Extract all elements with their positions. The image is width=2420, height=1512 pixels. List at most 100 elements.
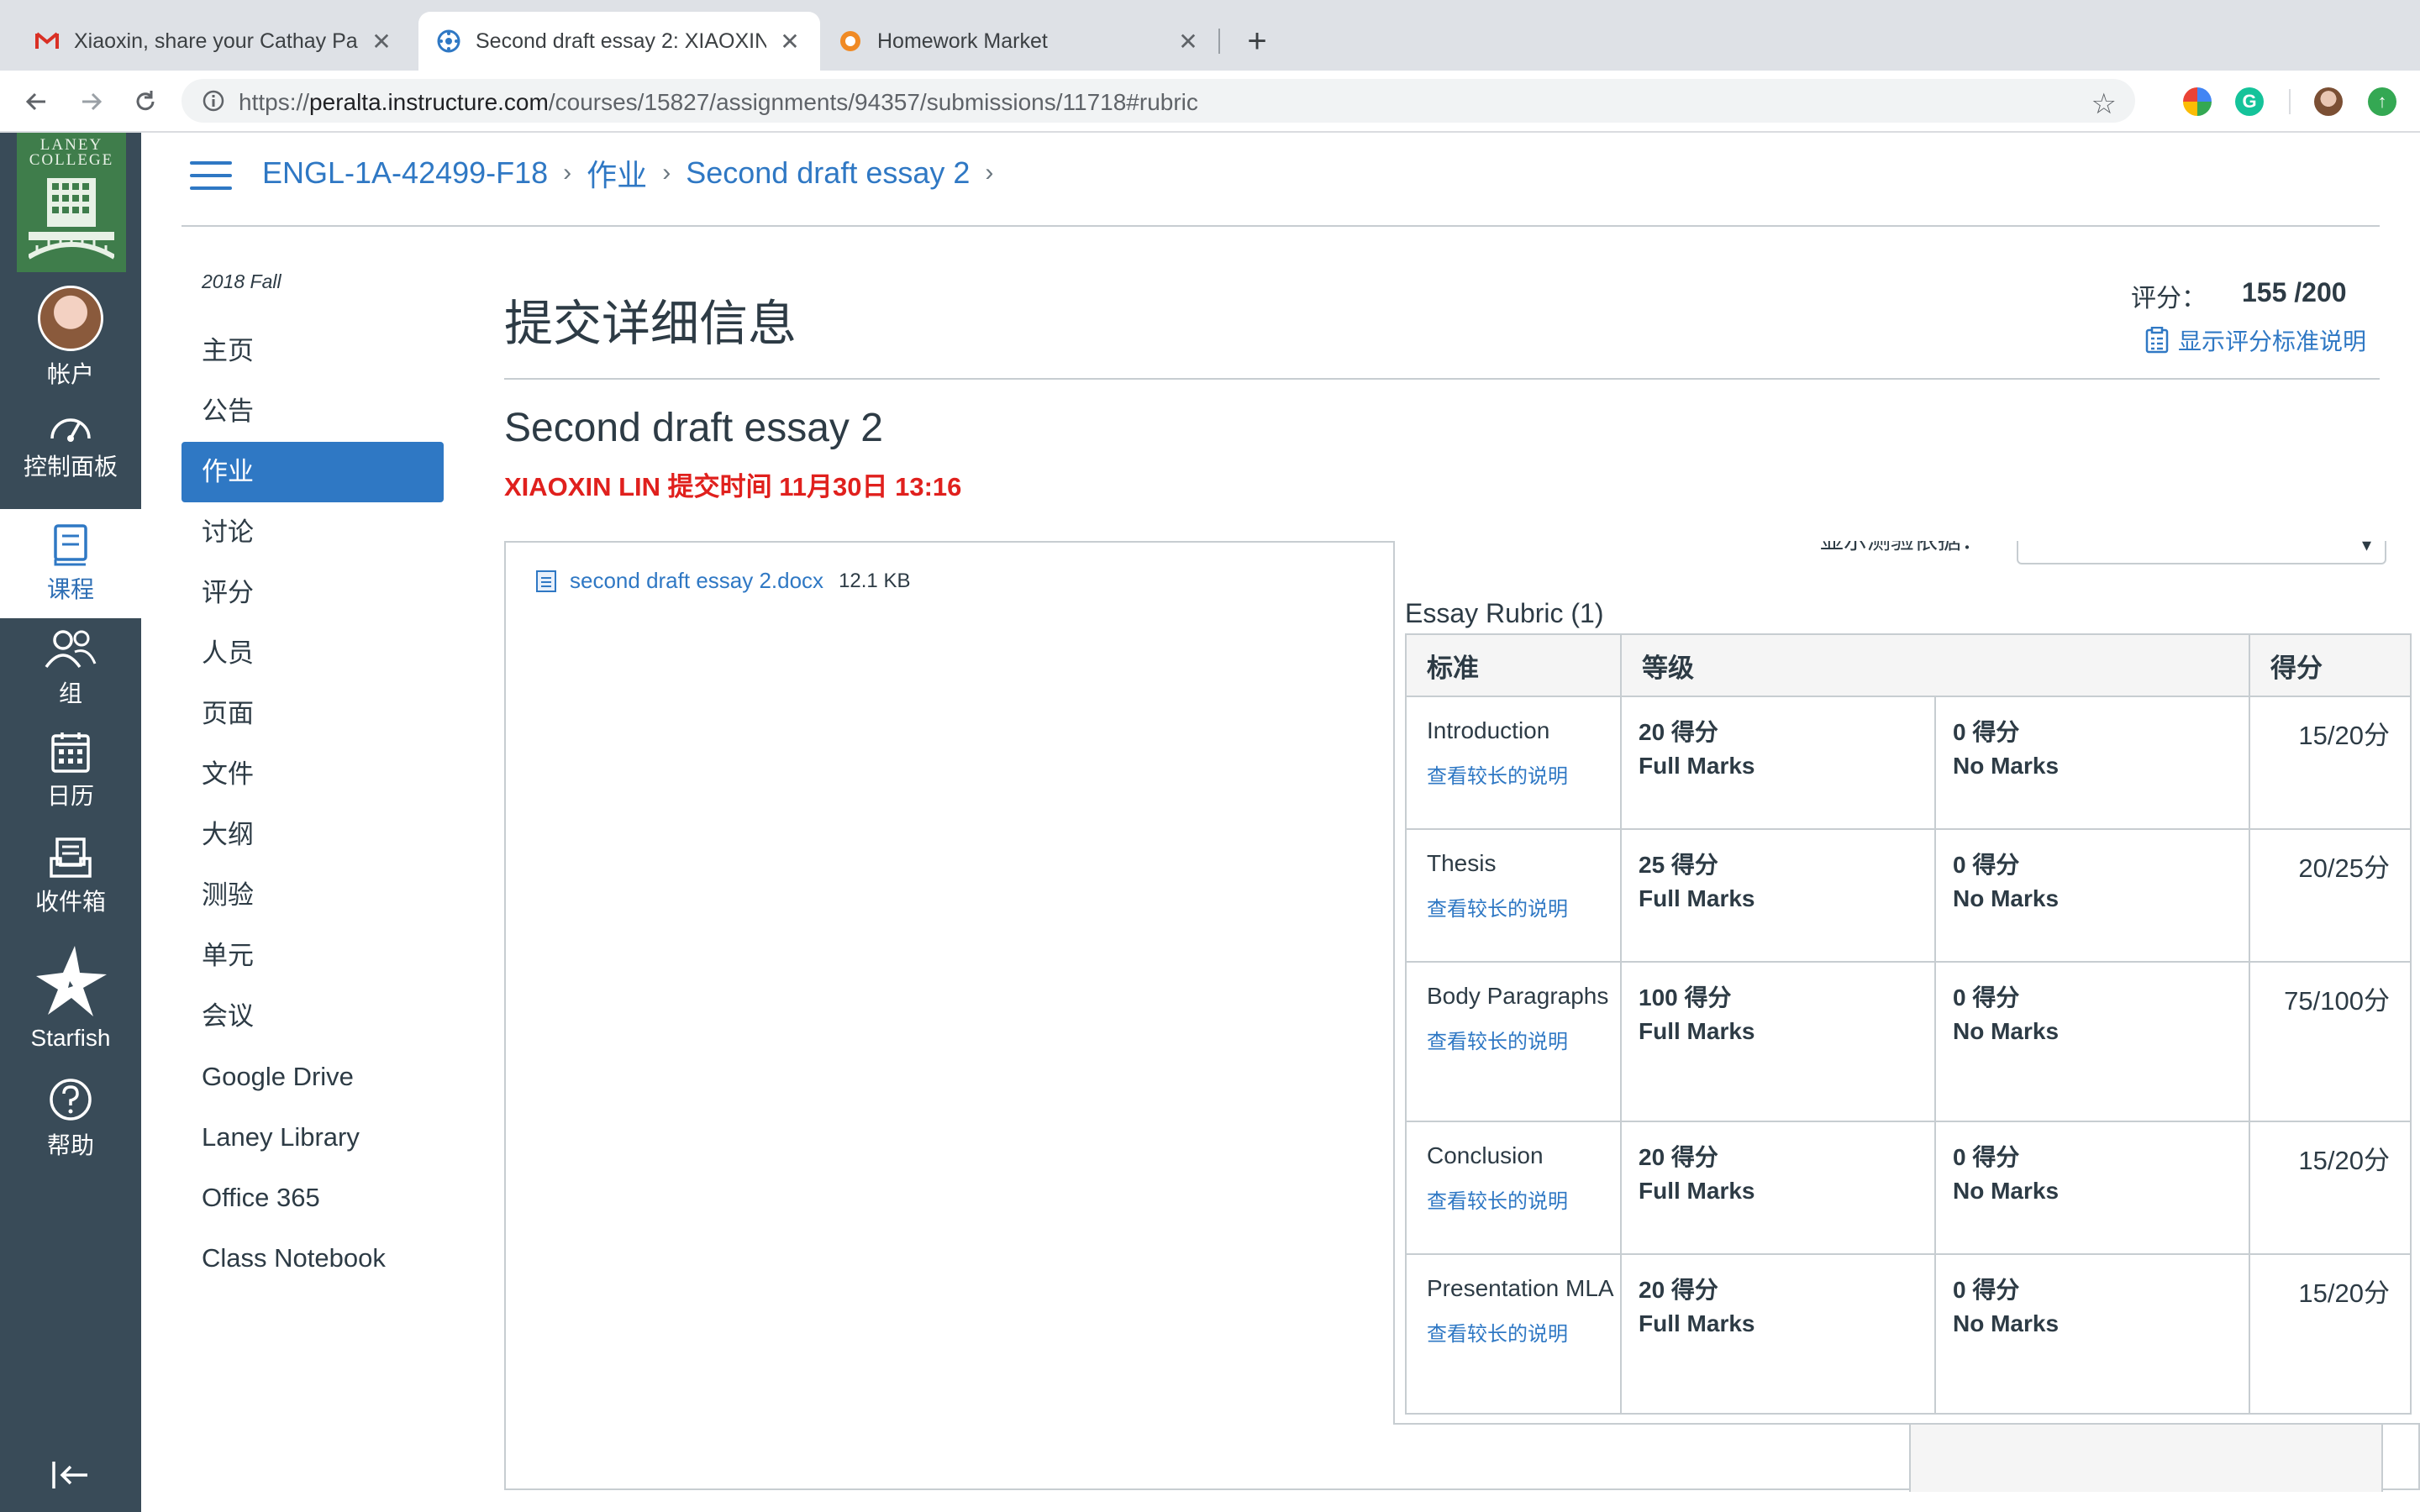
homework-market-icon [839, 29, 862, 53]
gmail-icon [35, 29, 59, 53]
assessor-select[interactable]: ▾ [2017, 541, 2386, 564]
course-nav-people[interactable]: 人员 [182, 623, 444, 684]
nav-help-label: 帮助 [46, 1132, 94, 1158]
rating-cell[interactable]: 0 得分 No Marks [1934, 828, 2250, 963]
attachment-link[interactable]: second draft essay 2.docx [570, 568, 823, 594]
new-tab-button[interactable]: + [1240, 22, 1274, 60]
course-nav-syllabus[interactable]: 大纲 [182, 805, 444, 865]
nav-courses[interactable]: 课程 [0, 509, 141, 618]
course-nav-discussions[interactable]: 讨论 [182, 502, 444, 563]
rating-cell[interactable]: 20 得分 Full Marks [1620, 1253, 1936, 1415]
points-header: 得分 [2249, 633, 2412, 697]
course-nav-grades[interactable]: 评分 [182, 563, 444, 623]
rating-points: 0 得分 [1953, 1144, 2020, 1170]
long-description-link[interactable]: 查看较长的说明 [1407, 1305, 1620, 1347]
info-icon[interactable] [202, 89, 225, 113]
reload-button[interactable] [128, 84, 163, 119]
course-nav-quizzes[interactable]: 测验 [182, 865, 444, 926]
bookmark-star-icon[interactable]: ☆ [2091, 87, 2117, 121]
course-nav-announcements[interactable]: 公告 [182, 381, 444, 442]
long-description-link[interactable]: 查看较长的说明 [1407, 1173, 1620, 1214]
rating-cell[interactable]: 0 得分 No Marks [1934, 1121, 2250, 1255]
logo-building-icon [29, 178, 114, 260]
rating-cell[interactable]: 0 得分 No Marks [1934, 1253, 2250, 1415]
forward-button[interactable] [74, 84, 109, 119]
profile-avatar[interactable] [2314, 87, 2343, 116]
rating-cell[interactable]: 0 得分 No Marks [1934, 961, 2250, 1122]
nav-groups[interactable]: 组 [0, 628, 141, 709]
rating-cell[interactable]: 20 得分 Full Marks [1620, 696, 1936, 830]
course-nav-assignments[interactable]: 作业 [182, 442, 444, 502]
course-nav-modules[interactable]: 单元 [182, 926, 444, 986]
breadcrumb-course[interactable]: ENGL-1A-42499-F18 [262, 155, 548, 191]
nav-starfish[interactable]: Starfish [0, 944, 141, 1052]
course-nav-home[interactable]: 主页 [182, 321, 444, 381]
logo-line2: COLLEGE [29, 151, 114, 169]
rating-description: No Marks [1953, 1310, 2060, 1336]
chevron-down-icon: ▾ [2361, 541, 2371, 555]
criterion-score: 15/20分 [2298, 1278, 2390, 1308]
assignment-title: Second draft essay 2 [504, 406, 883, 450]
extension-icon[interactable] [2183, 87, 2212, 116]
close-icon[interactable]: ✕ [1176, 28, 1200, 55]
criterion-score: 15/20分 [2298, 1146, 2390, 1175]
address-bar[interactable]: https://peralta.instructure.com/courses/… [182, 79, 2135, 123]
nav-calendar[interactable]: 日历 [0, 731, 141, 811]
course-nav-office-365[interactable]: Office 365 [182, 1168, 444, 1228]
url-path: /courses/15827/assignments/94357/submiss… [548, 89, 1198, 115]
score-cell: 15/20分 [2249, 1253, 2412, 1415]
nav-account[interactable]: 帐户 [0, 286, 141, 390]
course-nav-laney-library[interactable]: Laney Library [182, 1107, 444, 1168]
nav-inbox[interactable]: 收件箱 [0, 837, 141, 917]
update-icon[interactable]: ↑ [2368, 87, 2396, 116]
breadcrumb-assignment[interactable]: Second draft essay 2 [686, 155, 970, 191]
rating-cell[interactable]: 20 得分 Full Marks [1620, 1121, 1936, 1255]
url-text: https://peralta.instructure.com/courses/… [239, 89, 1198, 116]
hamburger-menu-icon[interactable] [190, 161, 232, 199]
tab-homework-market[interactable]: Homework Market ✕ [820, 12, 1218, 71]
chevron-right-icon: › [985, 159, 994, 186]
course-nav-files[interactable]: 文件 [182, 744, 444, 805]
rubric-panel: 显示测验依据： ▾ Essay Rubric (1) 标准 等级 得分 Intr… [1393, 541, 2420, 1425]
rating-points: 20 得分 [1639, 1144, 1718, 1170]
score-cell: 15/20分 [2249, 1121, 2412, 1255]
document-icon [536, 570, 556, 592]
criterion-name: Conclusion [1427, 1142, 1544, 1168]
long-description-link[interactable]: 查看较长的说明 [1407, 880, 1620, 921]
close-icon[interactable]: ✕ [370, 28, 393, 55]
browser-toolbar: https://peralta.instructure.com/courses/… [0, 71, 2420, 133]
collapse-nav-button[interactable] [0, 1458, 141, 1497]
show-rubric-link[interactable]: 显示评分标准说明 [2144, 323, 2366, 357]
nav-calendar-label: 日历 [46, 783, 94, 809]
tab-title: Xiaoxin, share your Cathay Pac [74, 29, 358, 53]
close-icon[interactable]: ✕ [778, 28, 802, 55]
grade-label: 评分： [2131, 285, 2207, 312]
avatar [38, 286, 103, 351]
nav-dashboard[interactable]: 控制面板 [0, 410, 141, 482]
grammarly-icon[interactable]: G [2235, 87, 2264, 116]
url-host: peralta.instructure.com [309, 89, 549, 115]
rating-points: 0 得分 [1953, 1277, 2020, 1303]
back-button[interactable] [18, 84, 54, 119]
tab-gmail[interactable]: Xiaoxin, share your Cathay Pac ✕ [17, 12, 412, 71]
table-row: Presentation MLA 查看较长的说明 20 得分 Full Marks … [1405, 1253, 2412, 1415]
course-nav-conferences[interactable]: 会议 [182, 986, 444, 1047]
course-nav-pages[interactable]: 页面 [182, 684, 444, 744]
course-nav-google-drive[interactable]: Google Drive [182, 1047, 444, 1107]
global-navigation: LANEY COLLEGE 帐户 控制面板 课程 组 日历 收件箱 Starfi… [0, 133, 141, 1512]
grade-value: 155 /200 [2242, 277, 2347, 307]
table-row: Introduction 查看较长的说明 20 得分 Full Marks 0 得分… [1405, 696, 2412, 830]
long-description-link[interactable]: 查看较长的说明 [1407, 748, 1620, 789]
nav-starfish-label: Starfish [30, 1025, 111, 1051]
courses-icon [54, 524, 87, 566]
rating-cell[interactable]: 25 得分 Full Marks [1620, 828, 1936, 963]
rating-cell[interactable]: 0 得分 No Marks [1934, 696, 2250, 830]
laney-college-logo[interactable]: LANEY COLLEGE [17, 133, 126, 272]
canvas-icon [437, 29, 460, 53]
rating-cell[interactable]: 100 得分 Full Marks [1620, 961, 1936, 1122]
breadcrumb-assignments[interactable]: 作业 [587, 151, 647, 195]
nav-help[interactable]: 帮助 [0, 1077, 141, 1161]
long-description-link[interactable]: 查看较长的说明 [1407, 1013, 1620, 1054]
tab-canvas[interactable]: Second draft essay 2: XIAOXIN ✕ [418, 12, 820, 71]
course-nav-class-notebook[interactable]: Class Notebook [182, 1228, 444, 1289]
